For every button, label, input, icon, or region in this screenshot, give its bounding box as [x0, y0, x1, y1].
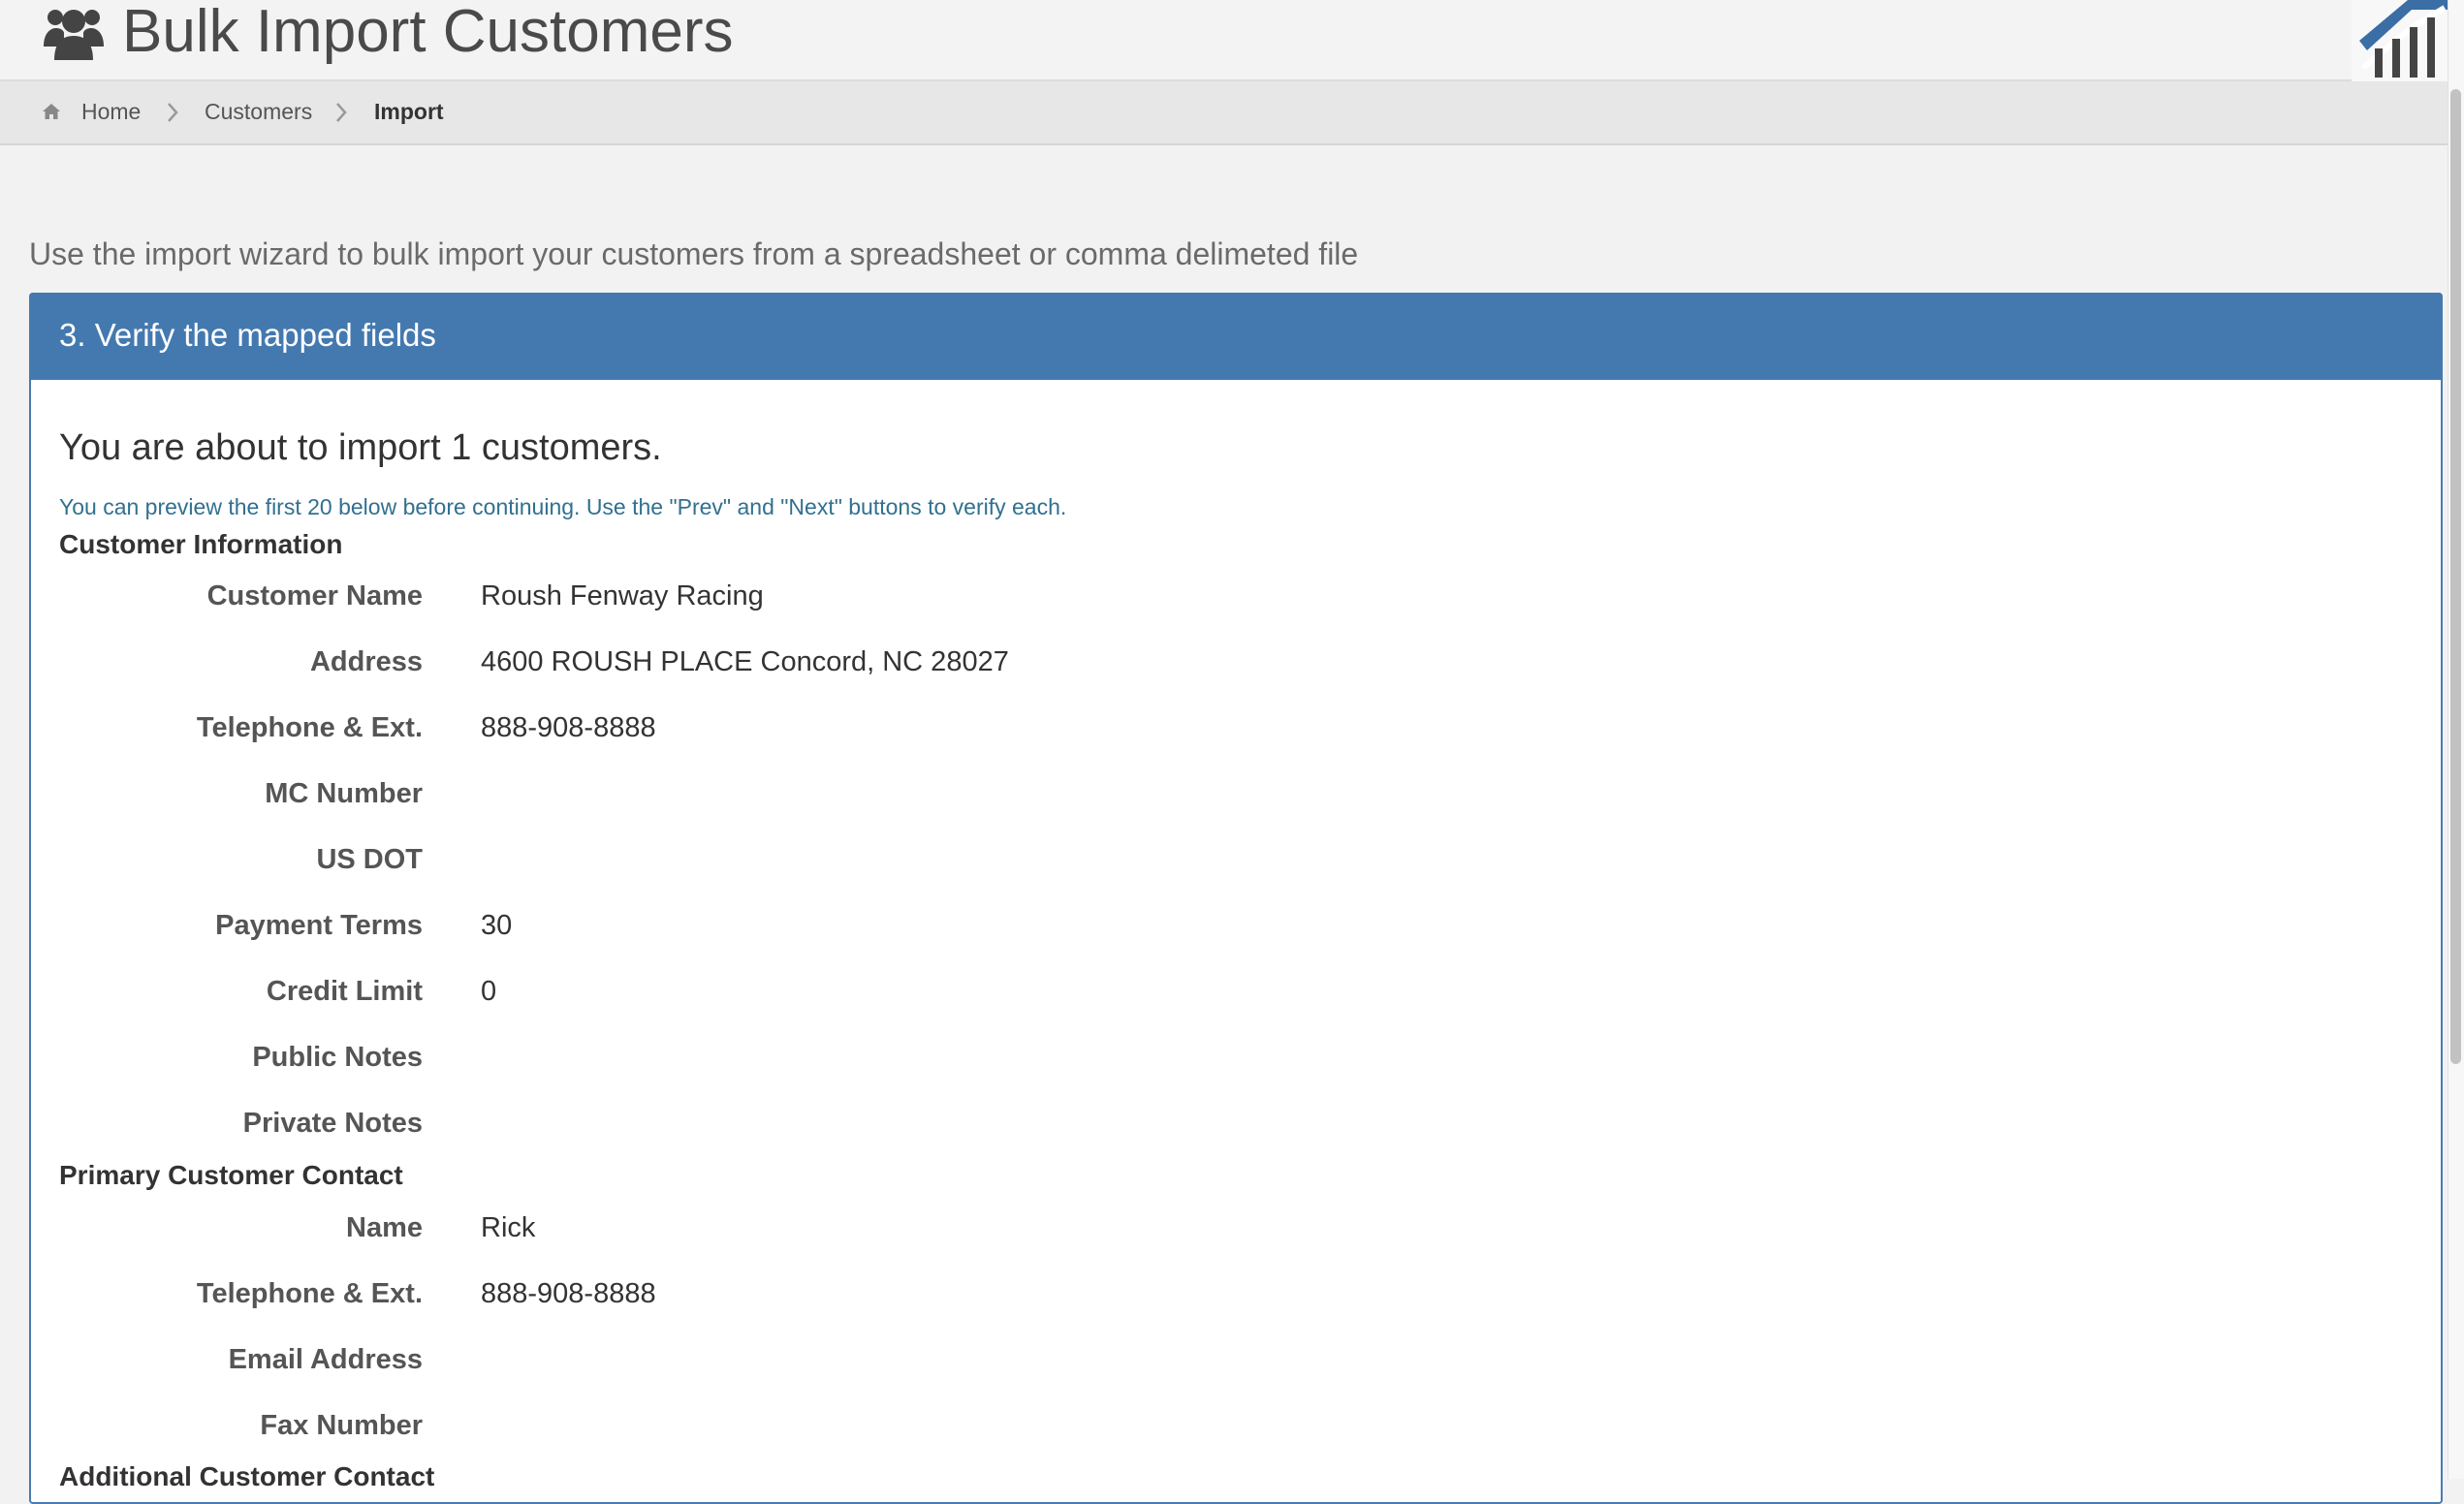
chevron-right-icon [168, 103, 178, 122]
wizard-panel [29, 293, 2443, 1504]
home-icon[interactable] [41, 101, 62, 122]
field-label-contact-name: Name [346, 1212, 423, 1243]
customer-information-title: Customer Information [59, 529, 343, 559]
field-label-payment-terms: Payment Terms [215, 910, 423, 941]
breadcrumb [0, 81, 2448, 145]
field-label-mc-number: MC Number [265, 778, 423, 809]
page-title: Bulk Import Customers [122, 0, 734, 65]
field-value-customer-name: Roush Fenway Racing [481, 580, 764, 611]
breadcrumb-current: Import [374, 99, 444, 124]
field-label-public-notes: Public Notes [252, 1042, 423, 1073]
field-label-contact-email: Email Address [228, 1344, 423, 1375]
field-label-telephone: Telephone & Ext. [196, 712, 423, 743]
intro-text: Use the import wizard to bulk import you… [29, 236, 1359, 271]
chart-logo[interactable] [2352, 0, 2448, 85]
import-count-heading: You are about to import 1 customers. [59, 427, 662, 468]
field-label-contact-fax: Fax Number [260, 1410, 423, 1441]
field-label-us-dot: US DOT [316, 844, 423, 875]
field-label-address: Address [309, 646, 423, 677]
field-value-address: 4600 ROUSH PLACE Concord, NC 28027 [481, 646, 1009, 677]
field-value-telephone: 888-908-8888 [481, 712, 656, 743]
field-label-customer-name: Customer Name [206, 580, 423, 611]
field-label-private-notes: Private Notes [242, 1108, 423, 1139]
scrollbar-thumb[interactable] [2450, 89, 2461, 1064]
field-value-contact-name: Rick [481, 1212, 536, 1243]
field-label-credit-limit: Credit Limit [266, 976, 423, 1007]
chevron-right-icon [336, 103, 347, 122]
additional-contact-title: Additional Customer Contact [59, 1461, 435, 1491]
field-label-contact-telephone: Telephone & Ext. [196, 1278, 423, 1309]
field-value-credit-limit: 0 [481, 976, 497, 1007]
field-value-contact-telephone: 888-908-8888 [481, 1278, 656, 1309]
breadcrumb-customers-link[interactable]: Customers [205, 97, 312, 126]
primary-contact-title: Primary Customer Contact [59, 1160, 403, 1190]
panel-title: 3. Verify the mapped fields [59, 317, 436, 353]
users-icon [44, 10, 104, 60]
preview-note: You can preview the first 20 below befor… [59, 494, 1067, 519]
breadcrumb-home-link[interactable]: Home [81, 97, 141, 126]
field-value-payment-terms: 30 [481, 910, 513, 941]
